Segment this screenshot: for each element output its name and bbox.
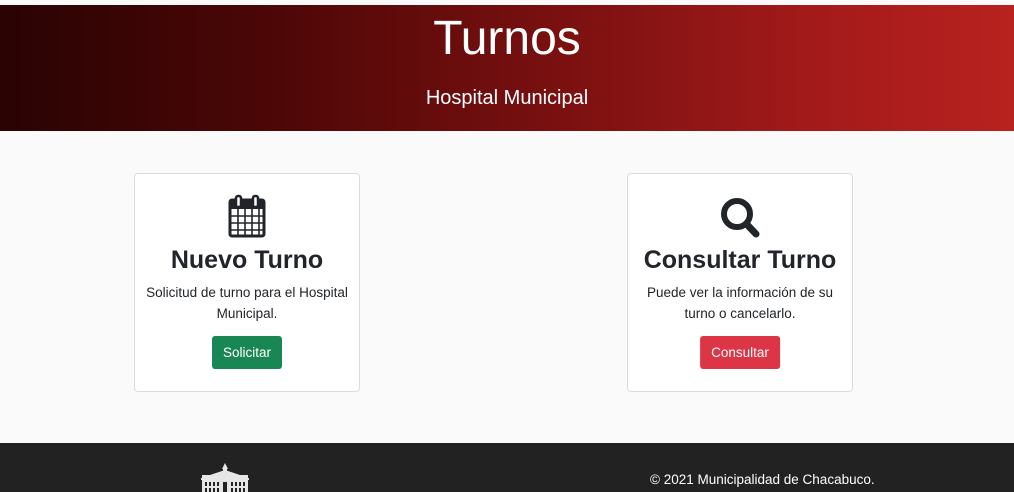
search-icon xyxy=(721,198,760,238)
check-appointment-description: Puede ver la información de su turno o c… xyxy=(646,285,834,321)
page-subtitle: Hospital Municipal xyxy=(425,87,589,109)
hero-banner: Turnos Hospital Municipal xyxy=(0,5,1014,131)
copyright-text: © 2021 Municipalidad de Chacabuco. xyxy=(650,472,875,487)
check-appointment-card: Consultar Turno Puede ver la información… xyxy=(627,173,853,392)
footer: © 2021 Municipalidad de Chacabuco. xyxy=(0,443,1014,492)
check-appointment-button[interactable]: Consultar xyxy=(700,336,780,369)
new-appointment-description: Solicitud de turno para el Hospital Muni… xyxy=(146,285,348,321)
calendar-icon xyxy=(228,194,266,238)
page-title: Turnos xyxy=(433,12,581,65)
check-appointment-title: Consultar Turno xyxy=(643,246,837,274)
request-appointment-button[interactable]: Solicitar xyxy=(211,336,283,369)
municipal-building-logo xyxy=(201,463,249,492)
new-appointment-card: Nuevo Turno Solicitud de turno para el H… xyxy=(134,173,360,392)
new-appointment-title: Nuevo Turno xyxy=(170,246,324,274)
